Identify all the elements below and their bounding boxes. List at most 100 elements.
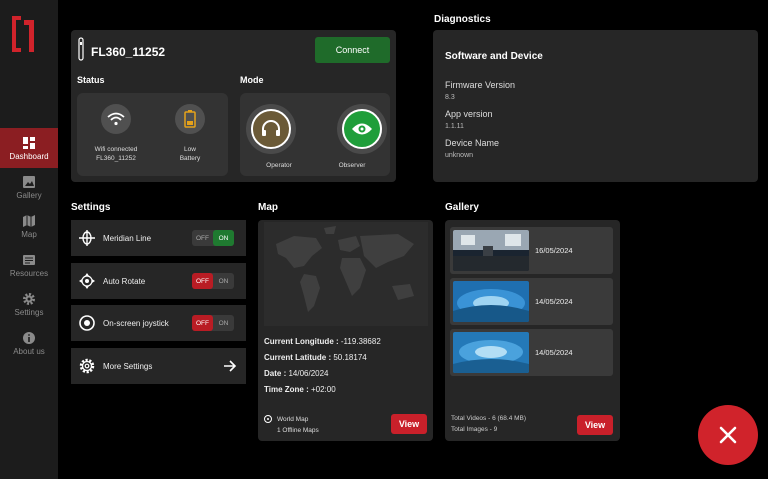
- sidebar-item-gallery[interactable]: Gallery: [0, 168, 58, 206]
- info-icon: [23, 331, 35, 344]
- settings-title: Settings: [71, 202, 111, 213]
- observer-circle: [342, 109, 382, 149]
- world-map-option: World Map: [277, 416, 309, 423]
- date-value: 14/06/2024: [288, 369, 329, 378]
- map-icon: [23, 214, 35, 227]
- close-icon: [719, 426, 737, 444]
- battery-status-text: Low Battery: [179, 146, 201, 162]
- latitude-row: Current Latitude : 50.18174: [264, 353, 367, 362]
- setting-label: Meridian Line: [103, 234, 152, 243]
- operator-circle: [251, 109, 291, 149]
- total-videos: Total Videos - 6 (68.4 MB): [451, 415, 527, 422]
- map-title: Map: [258, 202, 278, 213]
- sidebar-item-map[interactable]: Map: [0, 207, 58, 245]
- mode-observer-button[interactable]: [337, 104, 387, 154]
- timezone-value: +02:00: [310, 385, 336, 394]
- settings-gear-icon: [23, 292, 35, 305]
- meridian-line-toggle[interactable]: OFF ON: [192, 230, 234, 246]
- sidebar-item-dashboard[interactable]: Dashboard: [0, 128, 58, 168]
- gallery-item[interactable]: 14/05/2024: [450, 278, 613, 325]
- sidebar-item-about[interactable]: About us: [0, 324, 58, 362]
- sidebar-item-label: Resources: [9, 268, 49, 278]
- battery-low-icon: [184, 110, 196, 128]
- sidebar-item-settings[interactable]: Settings: [0, 285, 58, 323]
- status-title: Status: [77, 75, 105, 85]
- gallery-thumbnail: [453, 281, 529, 322]
- offline-maps-option[interactable]: 1 Offline Maps: [277, 427, 319, 434]
- headset-icon: [262, 120, 280, 136]
- setting-label: More Settings: [103, 362, 153, 371]
- status-panel: [77, 93, 228, 176]
- latitude-value: 50.18174: [333, 353, 367, 362]
- device-name: FL360_11252: [91, 45, 166, 59]
- longitude-row: Current Longitude : -119.38682: [264, 337, 381, 346]
- gallery-thumbnail: [453, 230, 529, 271]
- connect-button[interactable]: Connect: [315, 37, 390, 63]
- total-images: Total Images - 9: [451, 426, 498, 433]
- mode-operator-button[interactable]: [246, 104, 296, 154]
- gallery-item[interactable]: 14/05/2024: [450, 329, 613, 376]
- close-fab-button[interactable]: [698, 405, 758, 465]
- sidebar-item-label: Map: [21, 229, 37, 239]
- setting-onscreen-joystick: On-screen joystick OFF ON: [71, 305, 246, 341]
- gallery-view-button[interactable]: View: [577, 415, 613, 435]
- gallery-thumbnail: [453, 332, 529, 373]
- timezone-row: Time Zone : +02:00: [264, 385, 336, 394]
- more-settings-button[interactable]: More Settings: [71, 348, 246, 384]
- app-version-label: App version: [445, 109, 493, 119]
- toggle-off: OFF: [192, 273, 213, 289]
- wifi-status: [101, 104, 131, 134]
- setting-label: Auto Rotate: [103, 277, 146, 286]
- settings-gear-icon: [79, 358, 95, 374]
- date-row: Date : 14/06/2024: [264, 369, 329, 378]
- diagnostics-heading: Software and Device: [445, 51, 543, 62]
- battery-status: [175, 104, 205, 134]
- map-view-button[interactable]: View: [391, 414, 427, 434]
- wifi-status-text: Wifi connected FL360_11252: [94, 146, 138, 162]
- longitude-value: -119.38682: [340, 337, 381, 346]
- toggle-on: ON: [218, 319, 229, 327]
- gallery-icon: [23, 175, 35, 188]
- sidebar-item-label: Gallery: [16, 190, 42, 200]
- brand-logo: [12, 16, 34, 52]
- sidebar-item-label: Settings: [14, 307, 44, 317]
- joystick-toggle[interactable]: OFF ON: [192, 315, 234, 331]
- firmware-label: Firmware Version: [445, 80, 516, 90]
- setting-meridian-line: Meridian Line OFF ON: [71, 220, 246, 256]
- gallery-item[interactable]: 16/05/2024: [450, 227, 613, 274]
- arrow-right-icon: [224, 360, 237, 372]
- gallery-title: Gallery: [445, 202, 479, 213]
- rotate-icon: [79, 273, 95, 289]
- world-map-image: [264, 222, 428, 326]
- setting-label: On-screen joystick: [103, 319, 169, 328]
- app-version-value: 1.1.11: [445, 123, 464, 130]
- sidebar-item-resources[interactable]: Resources: [0, 246, 58, 284]
- meridian-icon: [79, 230, 95, 246]
- resources-icon: [23, 254, 35, 265]
- gallery-date: 16/05/2024: [535, 246, 573, 255]
- setting-auto-rotate: Auto Rotate OFF ON: [71, 263, 246, 299]
- sidebar: Dashboard Gallery Map Resources Settings…: [0, 0, 58, 479]
- device-stick-icon: [78, 37, 84, 61]
- mode-observer-label: Observer: [338, 162, 366, 169]
- sidebar-item-label: Dashboard: [9, 151, 49, 161]
- sidebar-item-label: About us: [13, 346, 45, 356]
- toggle-off: OFF: [192, 315, 213, 331]
- firmware-value: 8.3: [445, 94, 455, 101]
- toggle-on: ON: [213, 230, 234, 246]
- mode-operator-label: Operator: [266, 162, 292, 169]
- world-map-radio[interactable]: [264, 415, 272, 423]
- dashboard-icon: [23, 136, 35, 149]
- mode-title: Mode: [240, 75, 264, 85]
- gallery-date: 14/05/2024: [535, 348, 573, 357]
- device-name-value: unknown: [445, 152, 474, 159]
- gallery-date: 14/05/2024: [535, 297, 573, 306]
- eye-icon: [352, 123, 372, 135]
- joystick-icon: [79, 315, 95, 331]
- toggle-off: OFF: [196, 234, 209, 242]
- toggle-on: ON: [218, 277, 229, 285]
- auto-rotate-toggle[interactable]: OFF ON: [192, 273, 234, 289]
- device-name-label: Device Name: [445, 138, 500, 148]
- diagnostics-title: Diagnostics: [434, 14, 491, 25]
- wifi-icon: [107, 112, 125, 126]
